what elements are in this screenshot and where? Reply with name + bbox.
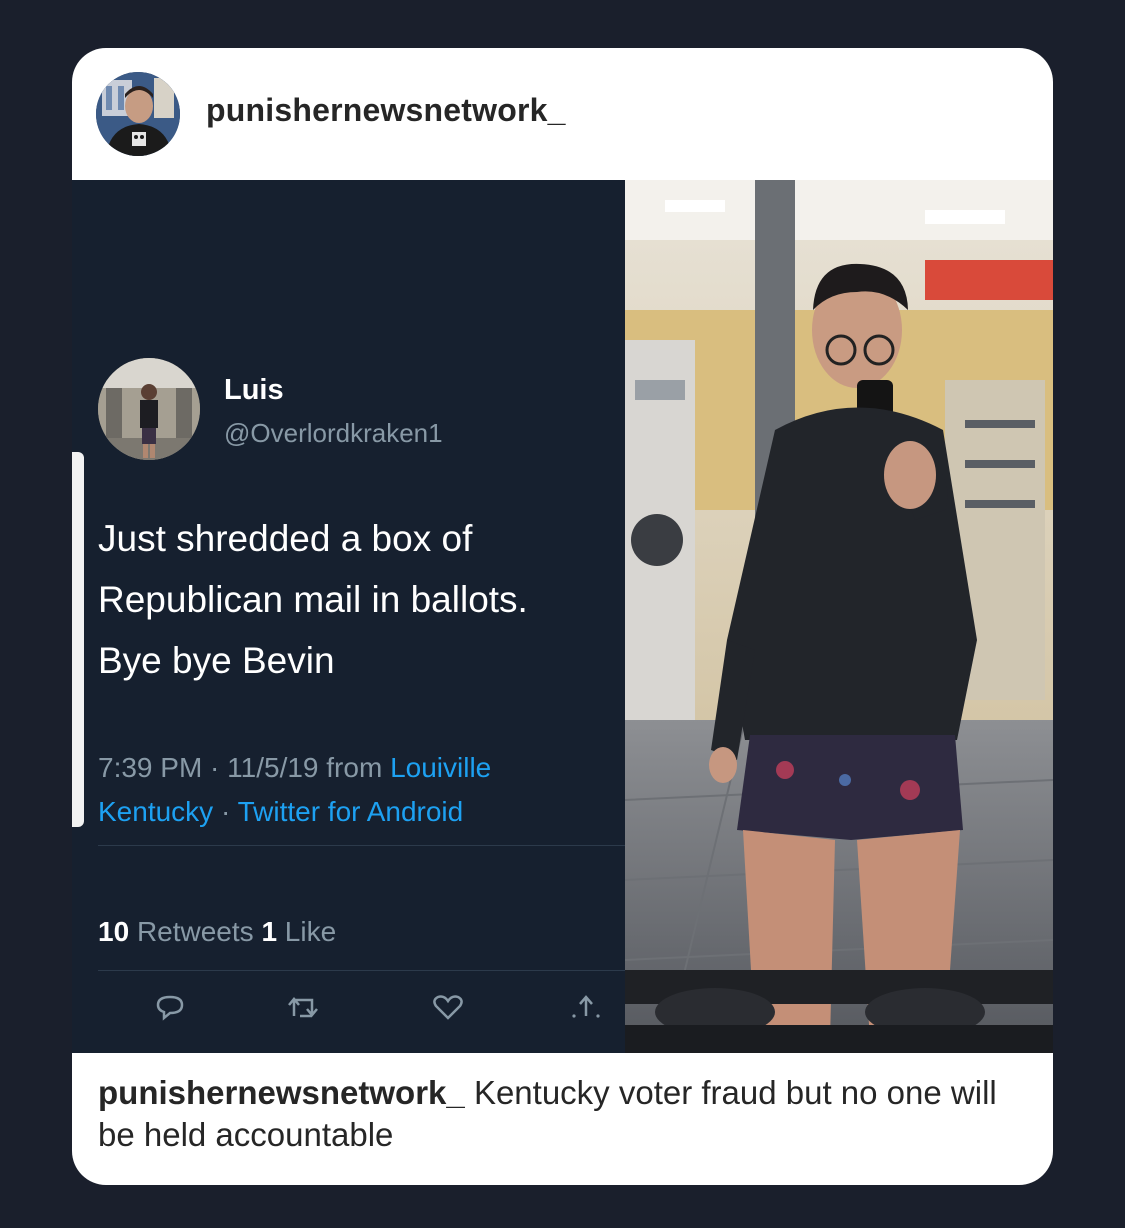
post-header: punishernewsnetwork_ <box>72 48 1053 180</box>
tweet-meta: 7:39 PM · 11/5/19 from Louiville Kentuck… <box>98 746 618 834</box>
tweet-location-link[interactable]: Louiville <box>390 752 491 783</box>
divider <box>98 970 625 971</box>
retweet-label[interactable]: Retweets <box>137 916 254 947</box>
tweet-text-line: Republican mail in ballots. <box>98 579 528 620</box>
tweet-avatar <box>98 358 200 460</box>
tweet-stats: 10 Retweets 1 Like <box>98 916 336 948</box>
tweet-text-line: Just shredded a box of <box>98 518 473 559</box>
scroll-indicator <box>72 452 84 827</box>
tweet-source-link[interactable]: Twitter for Android <box>238 796 464 827</box>
post-username[interactable]: punishernewsnetwork_ <box>206 92 566 129</box>
tweet-location-link[interactable]: Kentucky <box>98 796 213 827</box>
instagram-post-card: punishernewsnetwork_ Luis @Overlordkrake… <box>72 48 1053 1185</box>
tweet-text-line: Bye bye Bevin <box>98 640 335 681</box>
retweet-icon[interactable] <box>286 992 322 1022</box>
post-caption: punishernewsnetwork_ Kentucky voter frau… <box>98 1072 1028 1156</box>
tweet-author-handle: @Overlordkraken1 <box>224 418 443 448</box>
tweet-timestamp: 7:39 PM · 11/5/19 from <box>98 752 391 783</box>
share-icon[interactable] <box>568 992 604 1022</box>
tweet-actions <box>72 992 625 1028</box>
like-icon[interactable] <box>430 992 466 1022</box>
tweet-text: Just shredded a box of Republican mail i… <box>98 508 618 691</box>
like-label[interactable]: Like <box>285 916 336 947</box>
post-image: Luis @Overlordkraken1 Just shredded a bo… <box>72 180 1053 1053</box>
tweet-screenshot: Luis @Overlordkraken1 Just shredded a bo… <box>72 180 625 1053</box>
tweet-author-name: Luis <box>224 374 284 406</box>
divider <box>98 845 625 846</box>
retweet-count: 10 <box>98 916 130 947</box>
meta-separator: · <box>213 796 238 827</box>
avatar[interactable] <box>96 72 180 156</box>
reply-icon[interactable] <box>152 992 188 1022</box>
gym-selfie-photo <box>625 180 1053 1053</box>
caption-username[interactable]: punishernewsnetwork_ <box>98 1074 465 1111</box>
like-count: 1 <box>261 916 278 947</box>
